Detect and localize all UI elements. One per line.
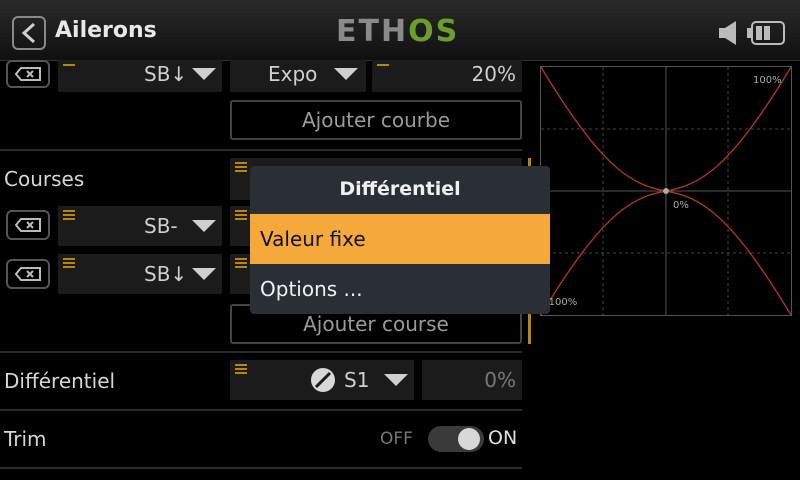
divider	[0, 351, 522, 353]
battery-icon	[747, 21, 785, 45]
brand-logo: ETHOS	[336, 14, 459, 49]
drag-handle-icon	[63, 64, 75, 68]
curve-value-field[interactable]: 20%	[372, 60, 522, 92]
drag-handle-icon	[235, 162, 247, 174]
add-curve-button[interactable]: Ajouter courbe	[230, 100, 522, 140]
drag-handle-icon	[235, 364, 247, 376]
logo-main: ETH	[336, 14, 409, 49]
courses-label: Courses	[4, 167, 85, 191]
trim-label: Trim	[4, 427, 47, 451]
delete-course-button[interactable]	[6, 210, 50, 240]
curve-graph-svg: 100% 0% -100%	[540, 66, 792, 316]
course-field[interactable]	[230, 206, 250, 246]
curve-switch-value: SB↓	[144, 62, 188, 86]
delete-icon	[15, 267, 41, 281]
divider	[0, 409, 522, 411]
chevron-down-icon	[192, 268, 216, 280]
curve-type-value: Expo	[268, 62, 318, 86]
differential-switch-value: S1	[344, 368, 370, 392]
chevron-down-icon	[192, 68, 216, 80]
drag-handle-icon	[235, 258, 247, 270]
differential-switch-select[interactable]: S1	[230, 360, 414, 400]
course-switch-select[interactable]: SB↓	[58, 254, 222, 294]
toggle-knob	[458, 428, 480, 450]
course-switch-value: SB-	[144, 214, 178, 238]
drag-handle-icon	[235, 210, 247, 222]
logo-accent: OS	[408, 14, 460, 49]
differential-dialog: Différentiel Valeur fixe Options ...	[250, 166, 550, 314]
curve-value: 20%	[471, 62, 516, 86]
curve-type-select[interactable]: Expo	[230, 60, 366, 92]
delete-icon	[15, 218, 41, 232]
curve-switch-select[interactable]: SB↓	[58, 60, 222, 92]
chevron-left-icon	[21, 22, 36, 44]
back-button[interactable]	[12, 16, 46, 50]
drag-handle-icon	[63, 258, 75, 270]
course-switch-value: SB↓	[144, 262, 188, 286]
chevron-down-icon	[334, 68, 358, 80]
trim-on-label: ON	[488, 427, 518, 449]
slider-source-icon	[311, 368, 335, 392]
volume-icon[interactable]	[718, 20, 740, 46]
drag-handle-icon	[63, 210, 75, 222]
differential-value: 0%	[484, 368, 516, 392]
page-title: Ailerons	[55, 18, 157, 43]
differential-value-field[interactable]: 0%	[422, 360, 522, 400]
delete-icon	[15, 67, 41, 81]
course-field[interactable]	[230, 254, 250, 294]
dialog-title: Différentiel	[339, 178, 461, 200]
curve-graph: 100% 0% -100%	[540, 66, 792, 316]
chevron-down-icon	[384, 374, 408, 386]
delete-curve-button[interactable]	[6, 60, 50, 88]
divider	[0, 467, 522, 469]
graph-top-label: 100%	[753, 75, 782, 86]
curve-center-point	[663, 188, 669, 194]
course-switch-select[interactable]: SB-	[58, 206, 222, 246]
delete-course-button[interactable]	[6, 259, 50, 289]
trim-off-label: OFF	[380, 429, 413, 449]
graph-center-label: 0%	[673, 200, 689, 211]
chevron-down-icon	[192, 220, 216, 232]
differential-label: Différentiel	[4, 369, 116, 393]
drag-handle-icon	[377, 64, 389, 68]
divider	[0, 149, 522, 151]
option-fixed-value[interactable]: Valeur fixe	[250, 214, 550, 264]
option-options[interactable]: Options ...	[250, 264, 550, 314]
trim-toggle[interactable]	[428, 426, 484, 452]
